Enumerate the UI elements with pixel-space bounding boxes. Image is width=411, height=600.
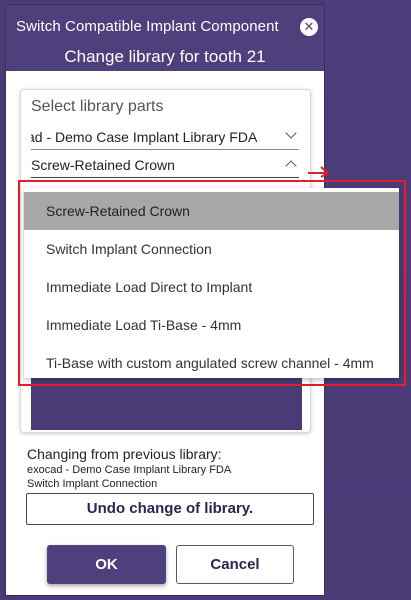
chevron-down-icon	[285, 127, 297, 139]
dropdown-option-ti-base-angulated[interactable]: Ti-Base with custom angulated screw chan…	[24, 344, 399, 382]
dropdown-option-immediate-load-ti-base[interactable]: Immediate Load Ti-Base - 4mm	[24, 306, 399, 344]
library-select[interactable]: ad - Demo Case Implant Library FDA	[31, 126, 299, 150]
dialog-title: Switch Compatible Implant Component	[16, 18, 279, 35]
undo-change-button[interactable]: Undo change of library.	[26, 493, 314, 525]
dialog-header: Switch Compatible Implant Component ✕ Ch…	[6, 5, 324, 71]
dropdown-option-screw-retained-crown[interactable]: Screw-Retained Crown	[24, 192, 399, 230]
arrow-right-icon	[308, 166, 330, 178]
component-dropdown-list: Screw-Retained Crown Switch Implant Conn…	[24, 188, 399, 378]
cancel-button[interactable]: Cancel	[176, 545, 294, 584]
previous-library-label: Changing from previous library:	[27, 446, 222, 462]
component-select-value: Screw-Retained Crown	[31, 157, 175, 173]
dropdown-option-switch-implant-connection[interactable]: Switch Implant Connection	[24, 230, 399, 268]
parts-heading: Select library parts	[31, 98, 164, 115]
library-select-value: ad - Demo Case Implant Library FDA	[31, 129, 258, 145]
chevron-up-icon	[285, 160, 297, 172]
component-select[interactable]: Screw-Retained Crown	[31, 154, 299, 178]
dialog-subtitle: Change library for tooth 21	[64, 47, 266, 66]
ok-button[interactable]: OK	[47, 545, 166, 584]
previous-component-name: Switch Implant Connection	[27, 478, 158, 490]
dropdown-option-immediate-load-direct[interactable]: Immediate Load Direct to Implant	[24, 268, 399, 306]
previous-library-name: exocad - Demo Case Implant Library FDA	[27, 464, 232, 476]
close-icon[interactable]: ✕	[300, 18, 318, 36]
